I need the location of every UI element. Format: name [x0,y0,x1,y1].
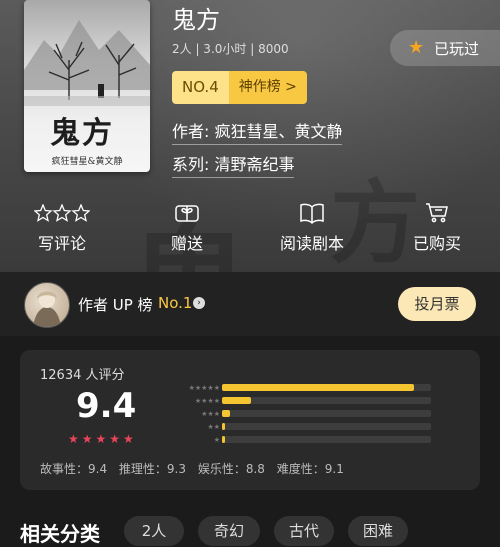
up-rank-number[interactable]: No.1 [158,294,192,312]
rating-bar-fill [222,423,225,430]
sub-score-reasoning: 推理性：9.3 [118,462,187,476]
rating-count: 12634 人评分 [40,368,125,383]
up-rank-label[interactable]: 作者 UP 榜 [78,294,153,315]
book-icon [262,200,362,226]
rank-number: NO.4 [172,71,229,104]
rating-bar-fill [222,384,414,391]
rating-bar-row: ★★★★★ [170,384,440,392]
cover-author: 疯狂彗星&黄文静 [51,157,123,167]
rank-badge[interactable]: NO.4 神作榜 > [172,71,307,104]
rating-bar-track [222,410,431,417]
rating-bar-fill [222,436,225,443]
rating-bar-fill [222,397,251,404]
book-cover[interactable]: 鬼方 疯狂彗星&黄文静 [24,0,150,172]
sub-score-difficulty: 难度性：9.1 [276,462,344,476]
rating-bar-row: ★★★★ [170,397,440,405]
rank-name: 神作榜 > [228,71,307,104]
stars-icon [12,200,112,226]
action-label: 阅读剧本 [279,234,344,253]
action-label: 已购买 [412,234,461,253]
author-link[interactable]: 作者: 疯狂彗星、黄文静 [172,118,343,145]
rating-stars: ★★★★★ [68,432,137,446]
book-meta: 2人 | 3.0小时 | 8000 [172,42,289,56]
rating-card: 12634 人评分 9.4 ★★★★★ ★★★★★ ★★★★ ★★★ ★★ ★ 故事性：… [20,350,480,490]
rating-bar-stars: ★★★ [201,410,220,418]
tag-players[interactable]: 2人 [124,516,184,546]
rating-bar-track [222,397,431,404]
rating-bar-stars: ★★★★★ [188,384,220,392]
chevron-right-icon[interactable]: › [193,297,205,309]
gift-button[interactable]: 赠送 [137,200,237,254]
series-link[interactable]: 系列: 清野斋纪事 [172,151,295,178]
rating-bar-fill [222,410,230,417]
played-badge[interactable]: ★ 已玩过 [390,30,500,66]
rating-bar-row: ★★ [170,423,440,431]
book-title: 鬼方 [172,6,220,34]
rating-bar-row: ★★★ [170,410,440,418]
action-label: 写评论 [37,234,86,253]
sub-score-story: 故事性：9.4 [40,462,108,476]
purchased-button[interactable]: 已购买 [387,200,487,254]
book-header: 鬼 方 鬼方 疯狂彗星&黄文静 鬼方 2人 | 3.0小时 | 8000 ★ 已… [0,0,500,272]
tag-hard[interactable]: 困难 [348,516,408,546]
tag-fantasy[interactable]: 奇幻 [198,516,260,546]
rating-bar-stars: ★★ [207,423,220,431]
sub-score-fun: 娱乐性：8.8 [197,462,265,476]
write-review-button[interactable]: 写评论 [12,200,112,254]
author-avatar[interactable] [24,282,70,328]
cart-icon [387,200,487,226]
rating-bar-track [222,384,431,391]
sub-scores: 故事性：9.4 推理性：9.3 娱乐性：8.8 难度性：9.1 [40,460,352,477]
cover-title: 鬼方 [50,116,114,151]
played-label: 已玩过 [434,39,480,58]
rating-bar-track [222,436,431,443]
monthly-vote-button[interactable]: 投月票 [398,287,476,321]
rating-score: 9.4 [76,386,137,426]
rating-bar-track [222,423,431,430]
rating-bar-stars: ★★★★ [194,397,220,405]
author-up-rank-bar: 作者 UP 榜 No.1 › 投月票 [0,272,500,336]
rating-bar-stars: ★ [213,436,220,444]
action-label: 赠送 [170,234,203,253]
action-bar: 写评论 赠送 阅读剧本 已购买 [0,200,500,260]
read-script-button[interactable]: 阅读剧本 [262,200,362,254]
gift-icon [137,200,237,226]
rating-bar-row: ★ [170,436,440,444]
star-icon: ★ [408,37,425,58]
tag-ancient[interactable]: 古代 [274,516,334,546]
